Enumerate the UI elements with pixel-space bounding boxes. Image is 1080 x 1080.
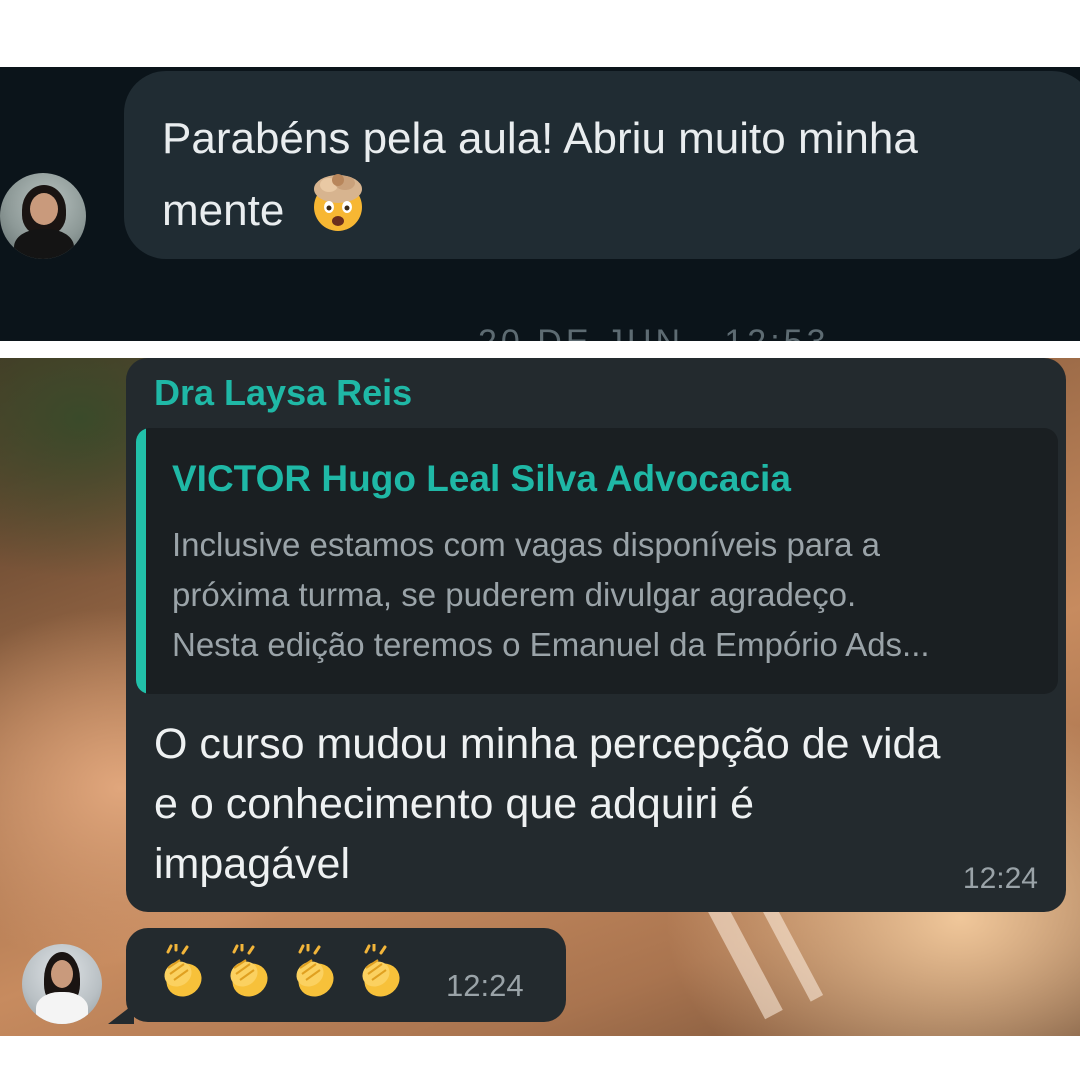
exploding-head-emoji	[307, 171, 369, 251]
clap-emojis	[154, 944, 410, 1002]
quoted-message[interactable]: VICTOR Hugo Leal Silva Advocacia Inclusi…	[136, 428, 1058, 694]
quoted-text: Inclusive estamos com vagas disponíveis …	[172, 526, 930, 663]
sender-name[interactable]: Dra Laysa Reis	[154, 372, 412, 414]
sender-avatar[interactable]	[0, 173, 86, 259]
sender-avatar[interactable]	[22, 944, 102, 1024]
message-time: 12:24	[446, 968, 524, 1003]
clapping-hands-emoji	[164, 944, 202, 997]
claps-message-bubble[interactable]: 12:24	[126, 928, 566, 1022]
quoted-author: VICTOR Hugo Leal Silva Advocacia	[172, 458, 791, 499]
clapping-hands-emoji	[230, 944, 268, 997]
message-text: Parabéns pela aula! Abriu muito minha me…	[162, 107, 1062, 251]
quote-accent-bar	[136, 428, 146, 694]
chat-panel-bottom: Dra Laysa Reis VICTOR Hugo Leal Silva Ad…	[0, 358, 1080, 1036]
message-time: 12:24	[962, 862, 1038, 895]
chat-panel-top: Parabéns pela aula! Abriu muito minha me…	[0, 67, 1080, 341]
clapping-hands-emoji	[296, 944, 334, 997]
reply-message-bubble[interactable]: Dra Laysa Reis VICTOR Hugo Leal Silva Ad…	[126, 358, 1066, 912]
clapping-hands-emoji	[362, 944, 400, 997]
message-text: O curso mudou minha percepção de vida e …	[154, 720, 941, 888]
message-bubble[interactable]: Parabéns pela aula! Abriu muito minha me…	[124, 71, 1080, 259]
date-separator: 20 DE JUN., 12:53	[478, 323, 829, 341]
